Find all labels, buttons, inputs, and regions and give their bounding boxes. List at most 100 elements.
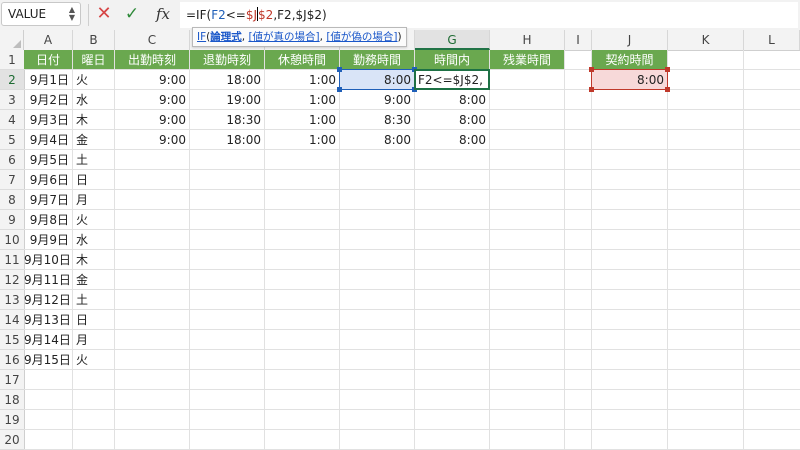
start-time-cell[interactable]: 9:00 <box>115 130 189 149</box>
date-cell[interactable]: 9月5日 <box>24 150 72 169</box>
date-cell[interactable]: 9月13日 <box>24 310 72 329</box>
within-hours-cell[interactable]: 8:00 <box>415 130 489 149</box>
end-time-cell[interactable]: 18:00 <box>190 70 264 89</box>
weekday-cell[interactable]: 火 <box>73 70 114 89</box>
weekday-cell[interactable]: 金 <box>73 270 114 289</box>
row-header-14[interactable]: 14 <box>0 310 24 330</box>
end-time-cell[interactable]: 18:30 <box>190 110 264 129</box>
tooltip-arg-false[interactable]: [値が偽の場合] <box>326 31 397 43</box>
enter-check-icon[interactable]: ✓ <box>122 3 142 25</box>
select-all-corner[interactable] <box>0 30 24 50</box>
column-header-g[interactable]: G <box>415 30 490 50</box>
weekday-cell[interactable]: 土 <box>73 290 114 309</box>
contract-hours-cell[interactable]: 8:00 <box>592 70 667 89</box>
date-cell[interactable]: 9月15日 <box>24 350 72 369</box>
work-hours-cell[interactable]: 8:30 <box>340 110 414 129</box>
row-header-9[interactable]: 9 <box>0 210 24 230</box>
date-cell[interactable]: 9月9日 <box>24 230 72 249</box>
weekday-cell[interactable]: 土 <box>73 150 114 169</box>
row-header-1[interactable]: 1 <box>0 50 24 70</box>
editing-cell-g2[interactable]: F2<=$J$2, <box>415 70 489 89</box>
date-cell[interactable]: 9月14日 <box>24 330 72 349</box>
name-box-dropdown-icon[interactable]: ▲ ▼ <box>69 6 75 22</box>
end-time-cell[interactable]: 19:00 <box>190 90 264 109</box>
weekday-cell[interactable]: 木 <box>73 110 114 129</box>
formula-input[interactable]: =IF(F2<=$J$2,F2,$J$2) <box>180 2 798 28</box>
row-header-11[interactable]: 11 <box>0 250 24 270</box>
header-cell-b[interactable]: 曜日 <box>73 50 114 69</box>
column-header-i[interactable]: I <box>565 30 592 50</box>
work-hours-cell[interactable]: 8:00 <box>340 130 414 149</box>
break-time-cell[interactable]: 1:00 <box>265 90 339 109</box>
cancel-icon[interactable]: ✕ <box>94 3 114 25</box>
date-cell[interactable]: 9月12日 <box>24 290 72 309</box>
date-cell[interactable]: 9月11日 <box>24 270 72 289</box>
row-header-13[interactable]: 13 <box>0 290 24 310</box>
insert-function-button[interactable]: fx <box>152 3 174 25</box>
row-header-2[interactable]: 2 <box>0 70 24 90</box>
date-cell[interactable]: 9月10日 <box>24 250 72 269</box>
row-header-19[interactable]: 19 <box>0 410 24 430</box>
weekday-cell[interactable]: 木 <box>73 250 114 269</box>
break-time-cell[interactable]: 1:00 <box>265 70 339 89</box>
header-cell-g[interactable]: 時間内 <box>415 50 489 69</box>
column-header-h[interactable]: H <box>490 30 565 50</box>
row-header-18[interactable]: 18 <box>0 390 24 410</box>
weekday-cell[interactable]: 月 <box>73 330 114 349</box>
within-hours-cell[interactable]: 8:00 <box>415 90 489 109</box>
row-header-4[interactable]: 4 <box>0 110 24 130</box>
header-cell-a[interactable]: 日付 <box>24 50 72 69</box>
header-cell-d[interactable]: 退勤時刻 <box>190 50 264 69</box>
date-cell[interactable]: 9月7日 <box>24 190 72 209</box>
column-header-a[interactable]: A <box>24 30 73 50</box>
weekday-cell[interactable]: 月 <box>73 190 114 209</box>
tooltip-arg-logical[interactable]: 論理式 <box>210 31 242 43</box>
header-cell-f[interactable]: 勤務時間 <box>340 50 414 69</box>
within-hours-cell[interactable]: 8:00 <box>415 110 489 129</box>
header-cell-c[interactable]: 出勤時刻 <box>115 50 189 69</box>
work-hours-cell[interactable]: 8:00 <box>340 70 414 89</box>
tooltip-arg-true[interactable]: [値が真の場合] <box>248 31 319 43</box>
column-header-c[interactable]: C <box>115 30 190 50</box>
weekday-cell[interactable]: 火 <box>73 210 114 229</box>
row-header-15[interactable]: 15 <box>0 330 24 350</box>
row-header-8[interactable]: 8 <box>0 190 24 210</box>
weekday-cell[interactable]: 水 <box>73 230 114 249</box>
weekday-cell[interactable]: 水 <box>73 90 114 109</box>
tooltip-function-name[interactable]: IF <box>197 31 206 43</box>
date-cell[interactable]: 9月4日 <box>24 130 72 149</box>
weekday-cell[interactable]: 日 <box>73 310 114 329</box>
date-cell[interactable]: 9月2日 <box>24 90 72 109</box>
end-time-cell[interactable]: 18:00 <box>190 130 264 149</box>
work-hours-cell[interactable]: 9:00 <box>340 90 414 109</box>
header-cell-j[interactable]: 契約時間 <box>592 50 667 69</box>
row-header-6[interactable]: 6 <box>0 150 24 170</box>
date-cell[interactable]: 9月8日 <box>24 210 72 229</box>
name-box[interactable]: VALUE ▲ ▼ <box>1 2 81 26</box>
row-header-3[interactable]: 3 <box>0 90 24 110</box>
row-header-17[interactable]: 17 <box>0 370 24 390</box>
weekday-cell[interactable]: 金 <box>73 130 114 149</box>
row-header-10[interactable]: 10 <box>0 230 24 250</box>
header-cell-h[interactable]: 残業時間 <box>490 50 564 69</box>
column-header-k[interactable]: K <box>668 30 744 50</box>
weekday-cell[interactable]: 火 <box>73 350 114 369</box>
date-cell[interactable]: 9月6日 <box>24 170 72 189</box>
start-time-cell[interactable]: 9:00 <box>115 110 189 129</box>
header-cell-e[interactable]: 休憩時間 <box>265 50 339 69</box>
break-time-cell[interactable]: 1:00 <box>265 130 339 149</box>
break-time-cell[interactable]: 1:00 <box>265 110 339 129</box>
date-cell[interactable]: 9月1日 <box>24 70 72 89</box>
weekday-cell[interactable]: 日 <box>73 170 114 189</box>
row-header-7[interactable]: 7 <box>0 170 24 190</box>
cell-grid[interactable]: 日付 曜日 出勤時刻 退勤時刻 休憩時間 勤務時間 時間内 残業時間 契約時間 9月1日火 9:00… <box>24 50 800 450</box>
row-header-20[interactable]: 20 <box>0 430 24 450</box>
date-cell[interactable]: 9月3日 <box>24 110 72 129</box>
row-header-16[interactable]: 16 <box>0 350 24 370</box>
column-header-l[interactable]: L <box>744 30 800 50</box>
column-header-j[interactable]: J <box>592 30 668 50</box>
column-header-b[interactable]: B <box>73 30 115 50</box>
row-header-12[interactable]: 12 <box>0 270 24 290</box>
start-time-cell[interactable]: 9:00 <box>115 90 189 109</box>
start-time-cell[interactable]: 9:00 <box>115 70 189 89</box>
